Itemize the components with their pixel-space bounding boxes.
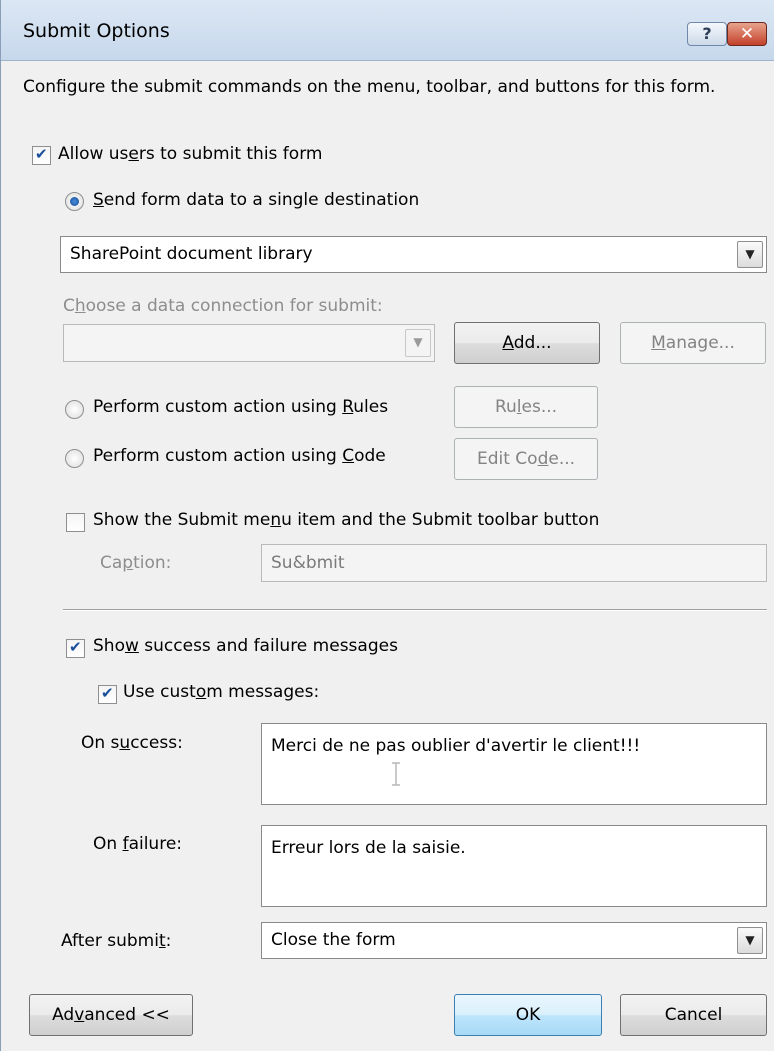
send-single-destination-label[interactable]: Send form data to a single destination (93, 190, 419, 210)
after-submit-label: After submit: (61, 931, 172, 951)
caption-value: Su&bmit (271, 553, 345, 573)
add-button[interactable]: Add... (454, 322, 600, 364)
ok-button[interactable]: OK (454, 994, 602, 1036)
close-icon: ✕ (739, 24, 755, 44)
send-single-destination-radio[interactable] (65, 192, 84, 211)
dialog-description: Configure the submit commands on the men… (23, 77, 716, 97)
custom-messages-checkbox[interactable] (98, 684, 117, 704)
allow-submit-label[interactable]: Allow users to submit this form (58, 144, 322, 164)
on-failure-value: Erreur lors de la saisie. (271, 838, 466, 858)
on-success-label: On success: (81, 733, 183, 753)
custom-rules-label[interactable]: Perform custom action using Rules (93, 397, 388, 417)
title-bar: Submit Options ? ✕ (1, 0, 774, 61)
chevron-down-icon[interactable]: ▼ (737, 241, 763, 268)
help-button[interactable]: ? (687, 22, 727, 46)
dialog-title: Submit Options (23, 20, 170, 42)
data-connection-select[interactable]: ▼ (63, 324, 435, 362)
text-cursor-icon (392, 762, 400, 786)
destination-select[interactable]: SharePoint document library ▼ (60, 236, 767, 273)
manage-button[interactable]: Manage... (620, 322, 766, 364)
on-failure-input[interactable]: Erreur lors de la saisie. (261, 825, 767, 907)
show-submit-menu-checkbox[interactable] (66, 513, 85, 532)
caption-label: Caption: (100, 553, 172, 573)
data-connection-label: Choose a data connection for submit: (63, 296, 383, 316)
custom-messages-label[interactable]: Use custom messages: (123, 682, 319, 702)
advanced-button[interactable]: Advanced << (29, 994, 193, 1036)
section-divider (63, 609, 767, 611)
chevron-down-icon[interactable]: ▼ (405, 329, 431, 357)
chevron-down-icon[interactable]: ▼ (737, 927, 763, 954)
edit-code-button[interactable]: Edit Code... (454, 438, 598, 480)
on-success-input[interactable]: Merci de ne pas oublier d'avertir le cli… (261, 723, 767, 805)
custom-code-label[interactable]: Perform custom action using Code (93, 446, 386, 466)
custom-rules-radio[interactable] (65, 400, 84, 419)
custom-code-radio[interactable] (65, 449, 84, 468)
caption-input[interactable]: Su&bmit (261, 544, 767, 582)
rules-button[interactable]: Rules... (454, 386, 598, 428)
show-submit-menu-label[interactable]: Show the Submit menu item and the Submit… (93, 510, 599, 530)
cancel-button[interactable]: Cancel (620, 994, 767, 1036)
show-messages-label[interactable]: Show success and failure messages (93, 636, 398, 656)
allow-submit-checkbox[interactable] (32, 145, 51, 165)
close-button[interactable]: ✕ (727, 22, 767, 46)
after-submit-select[interactable]: Close the form ▼ (261, 922, 767, 959)
after-submit-value: Close the form (271, 930, 396, 950)
show-messages-checkbox[interactable] (66, 638, 85, 658)
help-icon: ? (702, 24, 712, 43)
on-failure-label: On failure: (93, 834, 183, 854)
destination-value: SharePoint document library (70, 244, 313, 264)
on-success-value: Merci de ne pas oublier d'avertir le cli… (271, 736, 641, 756)
submit-options-dialog: Submit Options ? ✕ Configure the submit … (0, 0, 774, 1051)
